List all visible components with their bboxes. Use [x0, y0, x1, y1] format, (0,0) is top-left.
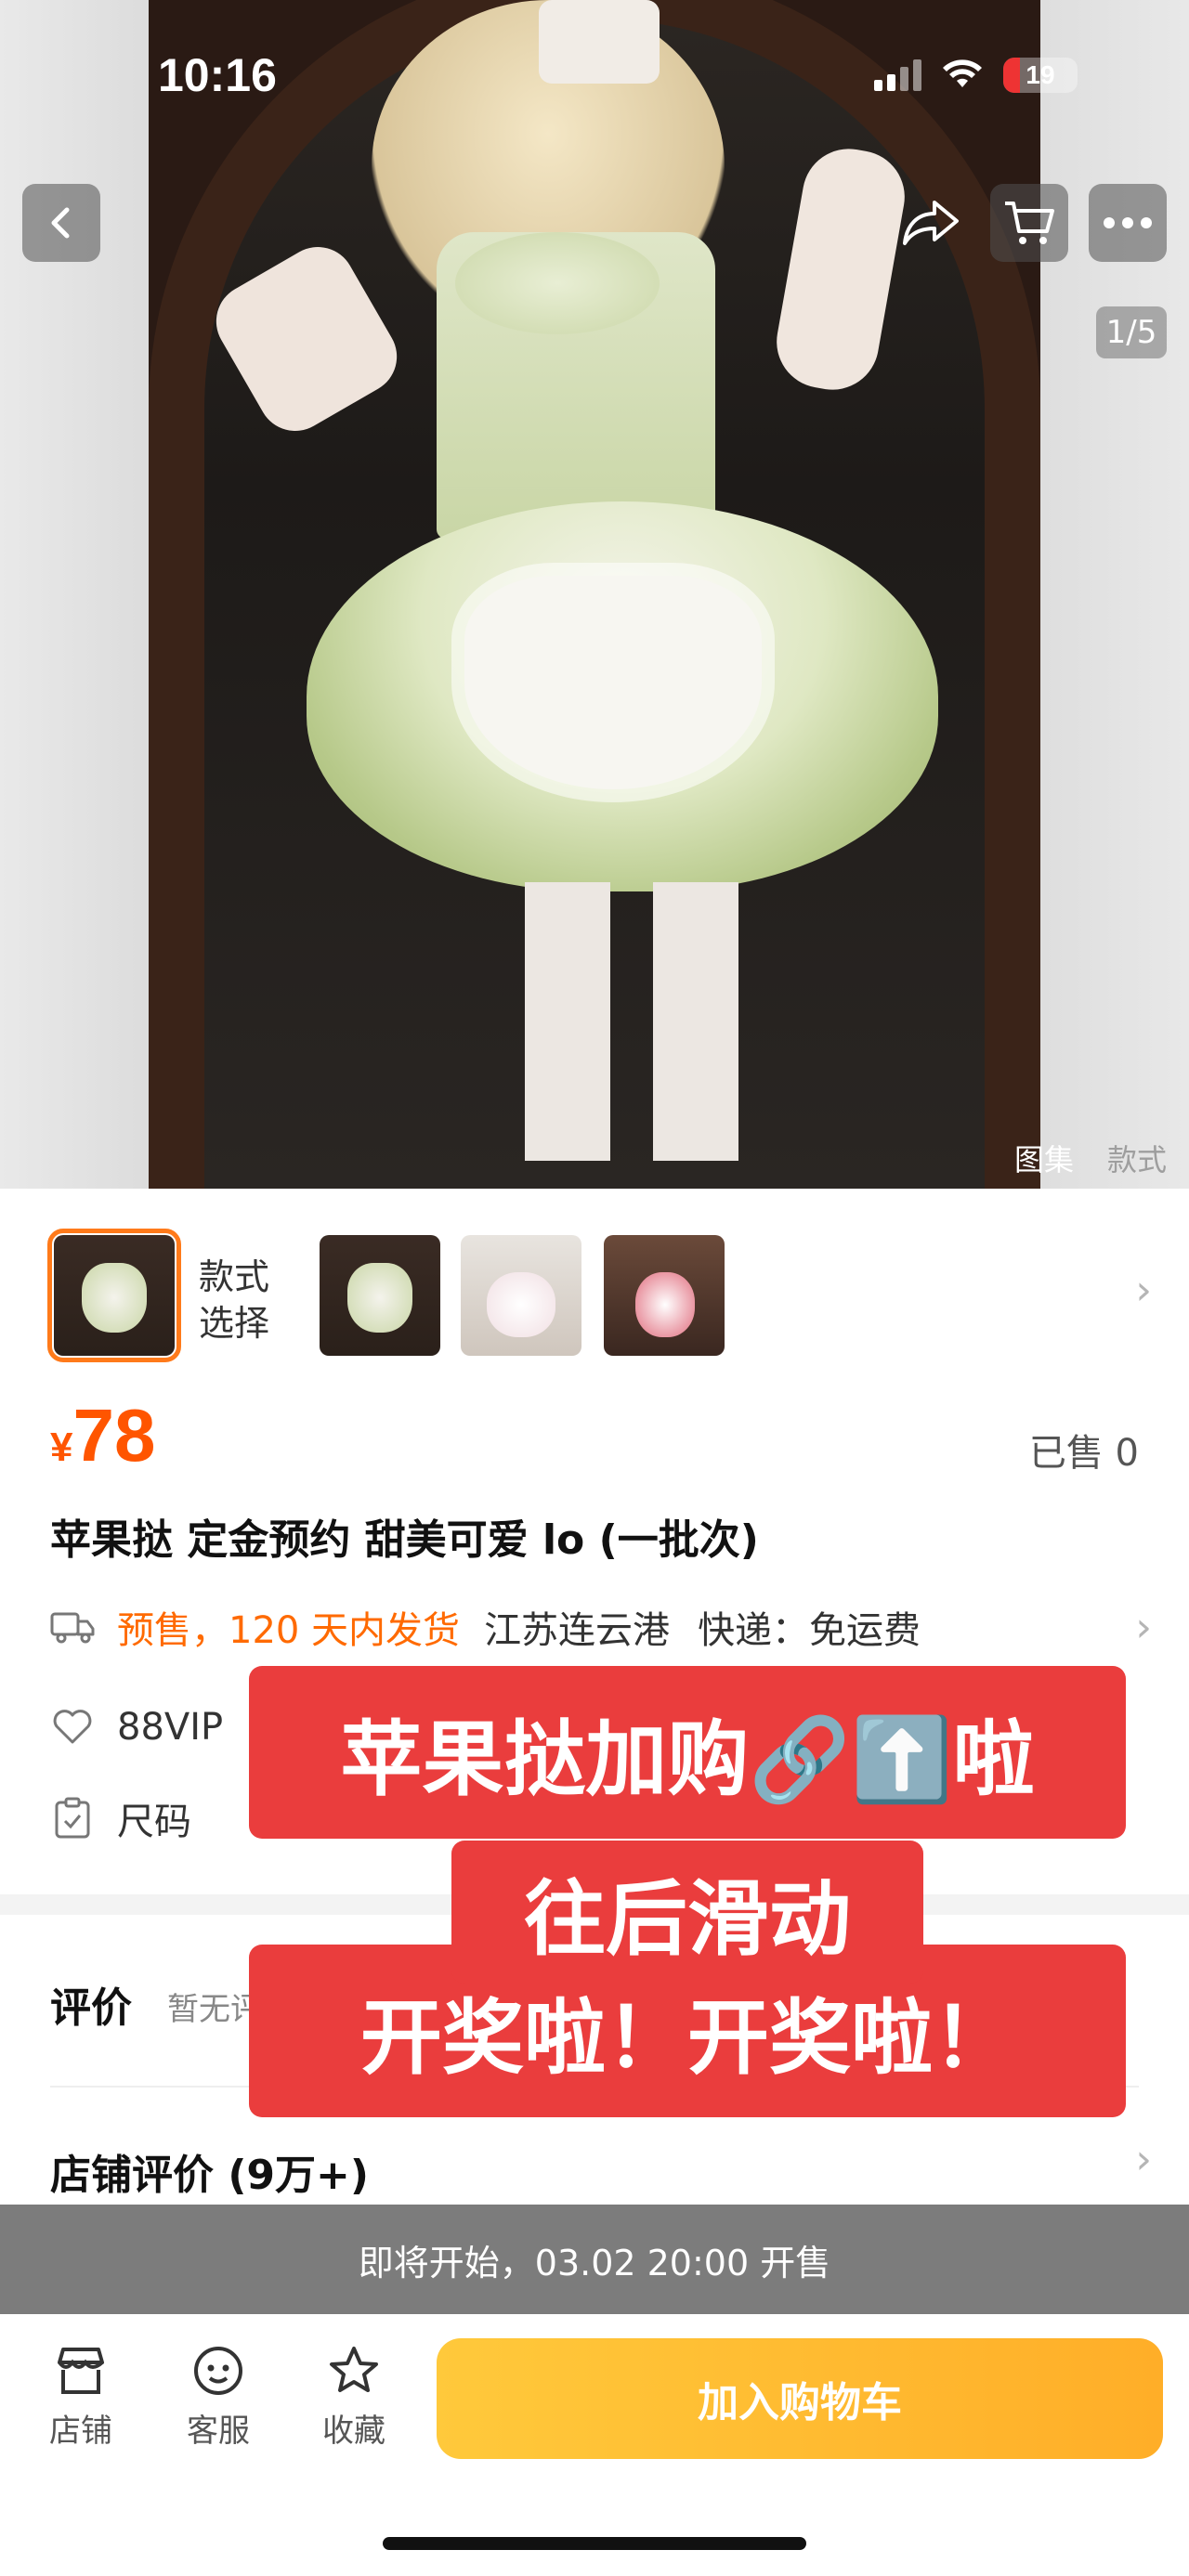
shipping-row[interactable]: 预售，120 天内发货 江苏连云港 快递：免运费 › [50, 1599, 1152, 1655]
tab-gallery[interactable]: 图集 [1014, 1137, 1074, 1179]
truck-icon [50, 1605, 95, 1649]
star-icon [330, 2347, 378, 2392]
favorite-label: 收藏 [322, 2413, 385, 2450]
share-button[interactable] [892, 184, 970, 262]
variant-thumb-2[interactable] [320, 1235, 440, 1356]
image-page-indicator: 1/5 [1096, 306, 1167, 358]
reviews-empty: 暂无评 [167, 1991, 262, 2028]
status-time: 10:16 [158, 49, 277, 101]
chevron-left-icon [51, 207, 70, 239]
variant-label: 款式 选择 [199, 1254, 301, 1347]
heart-icon [50, 1705, 95, 1750]
more-icon [1104, 217, 1152, 228]
store-label: 店铺 [49, 2413, 112, 2450]
service-button[interactable]: 客服 [167, 2344, 269, 2451]
favorite-button[interactable]: 收藏 [303, 2344, 405, 2451]
model-phone [539, 0, 660, 84]
price-amount: 78 [72, 1394, 156, 1477]
variant-thumb-4[interactable] [604, 1235, 725, 1356]
service-label: 客服 [187, 2413, 250, 2450]
express-fee: 快递：免运费 [698, 1609, 921, 1652]
variant-label-line1: 款式 [199, 1256, 270, 1297]
share-icon [903, 201, 959, 245]
wifi-icon [943, 59, 982, 87]
store-icon [58, 2348, 104, 2394]
variant-selector[interactable]: 款式 选择 › [47, 1229, 1189, 1367]
tab-styles[interactable]: 款式 [1107, 1137, 1167, 1179]
add-to-cart-button[interactable]: 加入购物车 [437, 2338, 1163, 2459]
price-currency: ¥ [50, 1425, 73, 1470]
clipboard-icon [50, 1796, 95, 1841]
chevron-right-icon: › [1135, 1603, 1152, 1651]
vip-label: 88VIP [117, 1706, 224, 1749]
promo-banner-line2: 往后滑动 [451, 1841, 923, 1984]
cart-button[interactable] [990, 184, 1068, 262]
store-button[interactable]: 店铺 [30, 2344, 132, 2451]
product-title: 苹果挞 定金预约 甜美可爱 lo (一批次) [50, 1516, 759, 1564]
ship-origin: 江苏连云港 [484, 1609, 671, 1652]
dress-bow [455, 232, 660, 334]
promo-banner-line1: 苹果挞加购🔗⬆️啦 [249, 1666, 1126, 1839]
variant-thumb-3[interactable] [461, 1235, 581, 1356]
back-button[interactable] [22, 184, 100, 262]
cellular-signal-icon [874, 59, 921, 91]
home-indicator [383, 2537, 806, 2550]
store-reviews-title[interactable]: 店铺评价 (9万+) [50, 2141, 369, 2201]
presale-text: 预售，120 天内发货 [117, 1609, 461, 1652]
sold-count: 已售 0 [1028, 1432, 1139, 1475]
gallery-tabs: 图集 款式 [1014, 1137, 1167, 1179]
reviews-title[interactable]: 评价 [50, 1974, 132, 2034]
product-image-carousel[interactable] [0, 0, 1189, 1189]
battery-level: 19 [1026, 60, 1055, 89]
more-button[interactable] [1089, 184, 1167, 262]
status-icons: 19 [874, 58, 1078, 93]
dress-apron [464, 576, 762, 789]
chevron-right-icon: › [1135, 1267, 1152, 1314]
variant-label-line2: 选择 [199, 1303, 270, 1344]
customer-service-icon [194, 2347, 242, 2395]
price: ¥78 [50, 1393, 155, 1478]
cart-icon [1005, 202, 1054, 244]
size-label: 尺码 [117, 1801, 191, 1843]
variant-thumb-1[interactable] [47, 1229, 181, 1362]
battery-icon: 19 [1003, 58, 1078, 93]
model-legs [525, 882, 738, 1161]
sale-start-banner: 即将开始，03.02 20:00 开售 [0, 2205, 1189, 2314]
chevron-right-icon: › [1135, 2136, 1152, 2183]
